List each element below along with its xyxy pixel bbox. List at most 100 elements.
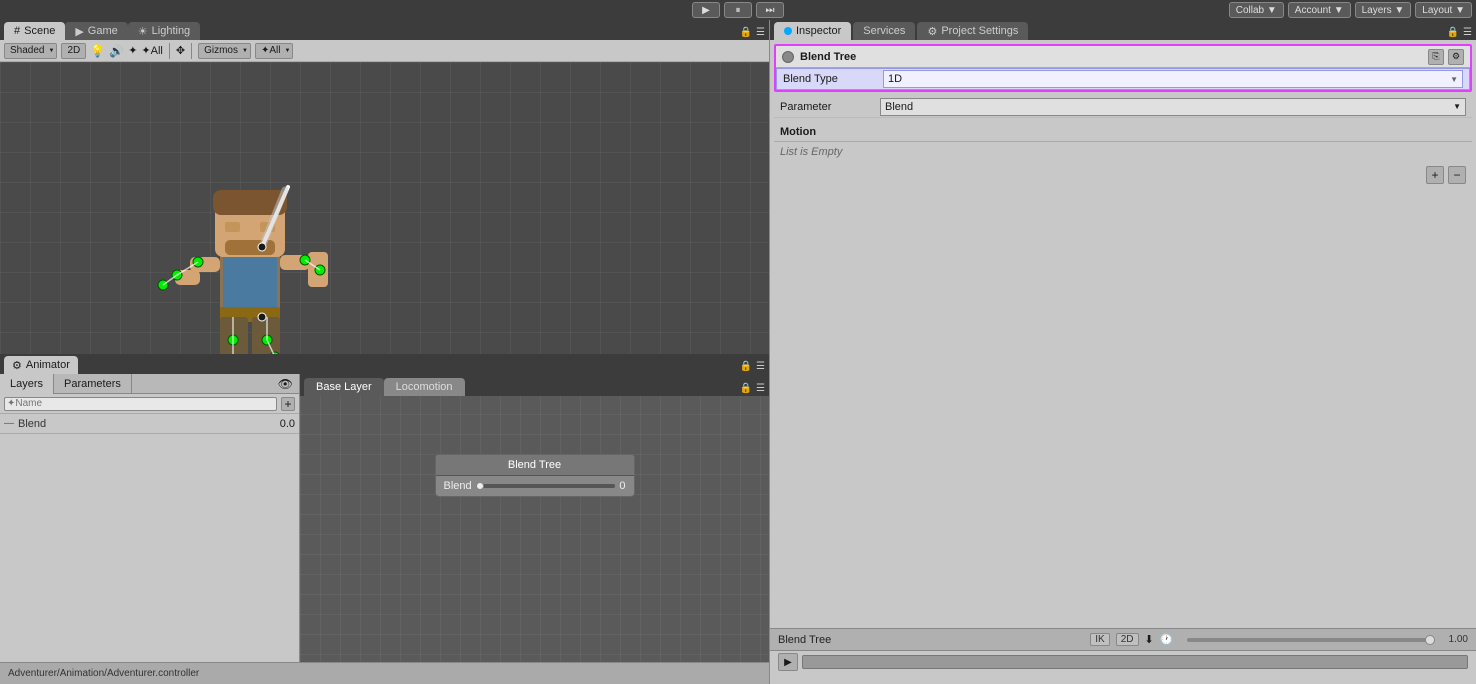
search-input[interactable] [4,397,277,411]
toolbar-divider-2 [191,43,192,59]
tab-services[interactable]: Services [853,22,915,40]
step-button[interactable]: ⏭ [756,2,784,18]
animator-panel: ⚙ Animator 🔒 ☰ Layers Parameters 👁 [0,354,769,684]
animator-body: Layers Parameters 👁 + — Blend 0.0 [0,374,769,662]
left-panel: # Scene ▶ Game ☀ Lighting 🔒 ☰ Shaded 2D … [0,20,770,684]
graph-top-bar: Base Layer Locomotion 🔒 ☰ [300,374,769,396]
download-icon: ⬇ [1145,633,1154,646]
menu-icon-inspector[interactable]: ☰ [1463,27,1472,38]
parameter-label: Parameter [780,101,880,113]
motion-empty-label: List is Empty [774,142,1472,162]
scene-view[interactable] [0,62,769,354]
param-dropdown-arrow: ▼ [1453,102,1461,111]
shaded-dropdown[interactable]: Shaded [4,43,57,59]
right-panel: Inspector Services ⚙ Project Settings 🔒 … [770,20,1476,684]
blend-slider-thumb[interactable] [476,482,484,490]
tab-locomotion[interactable]: Locomotion [384,378,465,396]
motion-section: Motion List is Empty + − [774,122,1472,188]
remove-motion-button[interactable]: − [1448,166,1466,184]
parameter-select[interactable]: Blend ▼ [880,98,1466,116]
all-dropdown[interactable]: ✦All [255,43,294,59]
tab-scene[interactable]: # Scene [4,22,65,40]
blend-tree-node[interactable]: Blend Tree Blend 0 [435,454,635,497]
eye-icon[interactable]: 👁 [272,375,299,393]
top-toolbar: ▶ ⏸ ⏭ Collab ▼ Account ▼ Layers ▼ Layout… [0,0,1476,20]
timeline-track[interactable] [802,655,1468,669]
gizmos-dropdown[interactable]: Gizmos [198,43,251,59]
blend-tree-inspector-header: Blend Tree ⎘ ⚙ [776,46,1470,68]
tab-parameters[interactable]: Parameters [54,374,132,394]
right-tab-bar: Inspector Services ⚙ Project Settings 🔒 … [770,20,1476,40]
inspector-body: Blend Tree ⎘ ⚙ Blend Type 1D ▼ P [770,40,1476,628]
blend-value[interactable]: 0.0 [260,418,295,430]
2d-button[interactable]: 2D [61,43,86,59]
scene-toolbar: Shaded 2D 💡 🔊 ✦ ✦All ✥ Gizmos ✦All [0,40,769,62]
animator-header-icons: 🔒 ☰ [740,361,765,374]
effects-icon: ✦ [128,44,137,57]
timeline-value: 1.00 [1449,634,1468,645]
graph-area[interactable]: Base Layer Locomotion 🔒 ☰ Blend Tree Ble… [300,374,769,662]
blend-type-row: Blend Type 1D ▼ [776,68,1470,90]
blend-slider-value: 0 [619,480,625,492]
animator-status: Adventurer/Animation/Adventurer.controll… [0,662,769,684]
tab-base-layer[interactable]: Base Layer [304,378,384,396]
blend-slider-track[interactable] [476,484,616,488]
sun-icon: ☀ [138,25,148,38]
audio-icon: 🔊 [109,44,124,58]
menu-icon-animator[interactable]: ☰ [756,361,765,372]
lock-icon[interactable]: 🔒 [740,27,752,38]
tab-animator[interactable]: ⚙ Animator [4,356,78,374]
timeline-play-area: ▶ [770,651,1476,673]
tab-layers[interactable]: Layers [0,374,54,394]
toolbar-divider-1 [169,43,170,59]
lock-icon-graph[interactable]: 🔒 [740,383,752,394]
account-button[interactable]: Account ▼ [1288,2,1351,18]
ik-badge: IK [1090,633,1109,646]
gear-icon: ⚙ [927,25,937,38]
add-param-button[interactable]: + [281,397,295,411]
graph-icons: 🔒 ☰ [740,383,765,396]
timeline-progress-bar[interactable] [1187,638,1434,642]
right-tab-icons: 🔒 ☰ [1447,27,1472,40]
params-search-bar: + [0,394,299,414]
add-motion-button[interactable]: + [1426,166,1444,184]
params-panel: Layers Parameters 👁 + — Blend 0.0 [0,374,300,662]
pause-button[interactable]: ⏸ [724,2,752,18]
play-icon: ▶ [75,25,83,38]
blend-type-label: Blend Type [783,73,883,85]
timeline-label: Blend Tree [778,634,831,646]
tab-game[interactable]: ▶ Game [65,22,127,40]
blend-tree-inspector-title: Blend Tree [800,51,1428,63]
blend-tree-node-title: Blend Tree [436,455,634,476]
layout-button[interactable]: Layout ▼ [1415,2,1472,18]
lock-icon-inspector[interactable]: 🔒 [1447,27,1459,38]
motion-header: Motion [774,122,1472,142]
blend-tree-slider-row: Blend 0 [436,476,634,496]
tab-project-settings[interactable]: ⚙ Project Settings [917,22,1028,40]
play-timeline-button[interactable]: ▶ [778,653,798,671]
parameter-row: Parameter Blend ▼ [774,96,1472,118]
collab-button[interactable]: Collab ▼ [1229,2,1284,18]
tab-lighting[interactable]: ☀ Lighting [128,22,200,40]
copy-button[interactable]: ⎘ [1428,49,1444,65]
timeline-thumb[interactable] [1425,635,1435,645]
lock-icon-animator[interactable]: 🔒 [740,361,752,372]
params-sub-tabs: Layers Parameters 👁 [0,374,299,394]
clock-icon: 🕐 [1160,633,1174,646]
top-right-controls: Collab ▼ Account ▼ Layers ▼ Layout ▼ [1229,2,1472,18]
menu-icon[interactable]: ☰ [756,27,765,38]
menu-icon-graph[interactable]: ☰ [756,383,765,394]
inspector-dot-icon [784,27,792,35]
blend-tree-icon [782,51,794,63]
tab-inspector[interactable]: Inspector [774,22,851,40]
dash-icon: — [4,418,14,429]
blend-type-select[interactable]: 1D ▼ [883,70,1463,88]
settings-button[interactable]: ⚙ [1448,49,1464,65]
bt-action-buttons: ⎘ ⚙ [1428,49,1464,65]
light-icon: 💡 [90,44,105,58]
2d-badge: 2D [1116,633,1139,646]
layers-button[interactable]: Layers ▼ [1355,2,1412,18]
status-path: Adventurer/Animation/Adventurer.controll… [8,668,761,679]
play-button[interactable]: ▶ [692,2,720,18]
blend-tree-section: Blend Tree ⎘ ⚙ Blend Type 1D ▼ [774,44,1472,92]
